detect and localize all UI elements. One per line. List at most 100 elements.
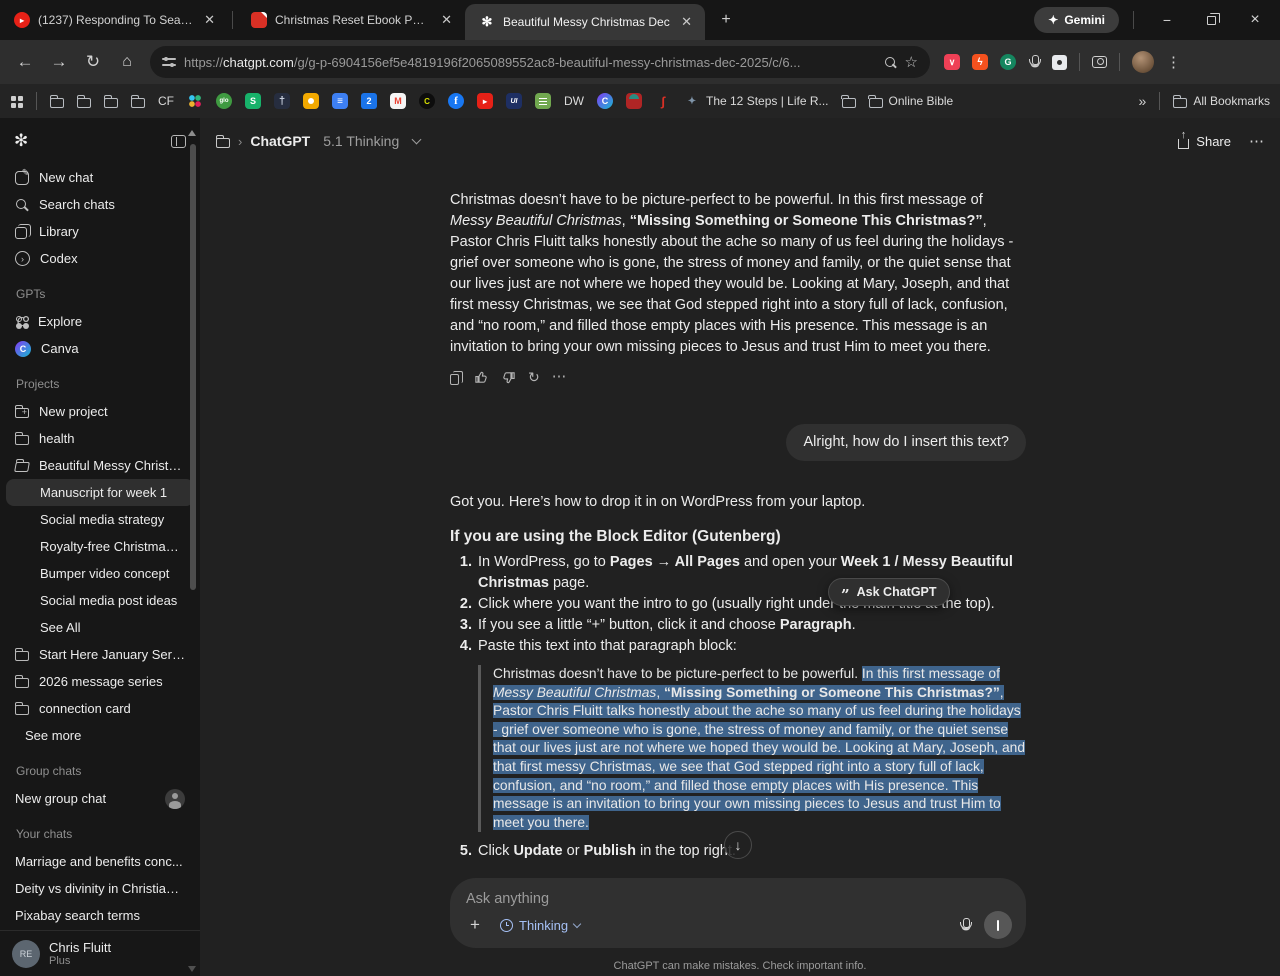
- bookmark-item[interactable]: Online Bible: [869, 94, 954, 108]
- forward-button[interactable]: →: [42, 45, 76, 79]
- sidebar-project-item[interactable]: 2026 message series: [6, 668, 194, 695]
- grammarly-extension-icon[interactable]: [1000, 54, 1016, 70]
- search-icon[interactable]: [884, 56, 897, 69]
- bookmark-item[interactable]: glo: [216, 93, 232, 109]
- scroll-up-icon[interactable]: [188, 130, 196, 136]
- close-tab-icon[interactable]: ✕: [678, 14, 695, 30]
- model-version[interactable]: 5.1 Thinking: [323, 133, 399, 149]
- sidebar-project-item[interactable]: Manuscript for week 1: [6, 479, 194, 506]
- url-text[interactable]: https://chatgpt.com/g/g-p-6904156ef5e481…: [184, 55, 876, 70]
- bookmark-item[interactable]: [77, 95, 91, 108]
- sidebar-project-item[interactable]: See All: [6, 614, 194, 641]
- gemini-button[interactable]: ✦ Gemini: [1034, 7, 1119, 33]
- scroll-down-icon[interactable]: [188, 966, 196, 972]
- chat-history-item[interactable]: Pixabay search terms: [6, 902, 194, 929]
- bookmark-item[interactable]: [187, 93, 203, 109]
- bookmarks-overflow-button[interactable]: »: [1139, 93, 1147, 109]
- thinking-mode-selector[interactable]: Thinking: [496, 918, 584, 933]
- address-bar[interactable]: https://chatgpt.com/g/g-p-6904156ef5e481…: [150, 46, 930, 78]
- dictate-mic-icon[interactable]: [959, 918, 971, 933]
- browser-menu-icon[interactable]: ⋮: [1166, 53, 1181, 71]
- sidebar-project-item[interactable]: New project: [6, 398, 194, 425]
- sidebar-project-item[interactable]: Bumper video concept: [6, 560, 194, 587]
- bookmark-item[interactable]: C: [597, 93, 613, 109]
- bookmark-item[interactable]: [303, 93, 319, 109]
- home-button[interactable]: ⌂: [110, 45, 144, 79]
- sidebar-nav-item[interactable]: New chat: [6, 164, 194, 191]
- bookmark-item[interactable]: [104, 95, 118, 108]
- bookmark-star-icon[interactable]: ☆: [905, 53, 918, 71]
- sidebar-project-item[interactable]: Social media strategy: [6, 506, 194, 533]
- bookmark-item[interactable]: ▸: [477, 93, 493, 109]
- restore-button[interactable]: [1192, 5, 1230, 35]
- bookmark-item[interactable]: [131, 95, 145, 108]
- chevron-down-icon[interactable]: [412, 135, 422, 145]
- bookmark-item[interactable]: CF: [158, 94, 174, 108]
- bookmark-item[interactable]: S: [245, 93, 261, 109]
- sidebar-project-item[interactable]: Royalty-free Christmas ...: [6, 533, 194, 560]
- sidebar-project-item[interactable]: connection card: [6, 695, 194, 722]
- bookmark-item[interactable]: ʃ: [655, 93, 671, 109]
- site-info-icon[interactable]: [162, 57, 176, 67]
- tab-chatgpt-active[interactable]: ✻ Beautiful Messy Christmas Dec ✕: [465, 4, 705, 40]
- sidebar-nav-item[interactable]: Codex: [6, 245, 194, 272]
- bookmark-item[interactable]: 2: [361, 93, 377, 109]
- sidebar-project-item[interactable]: Beautiful Messy Christmas ...: [6, 452, 194, 479]
- copy-icon[interactable]: [450, 374, 459, 385]
- thumbs-up-icon[interactable]: [474, 370, 489, 385]
- group-chat-item[interactable]: New group chat: [6, 785, 194, 812]
- sidebar-project-item[interactable]: Social media post ideas: [6, 587, 194, 614]
- bookmark-item[interactable]: f: [448, 93, 464, 109]
- bookmark-item[interactable]: [626, 93, 642, 109]
- bookmark-item[interactable]: ≡: [332, 93, 348, 109]
- share-button[interactable]: Share: [1178, 134, 1231, 149]
- bookmark-item[interactable]: DW: [564, 94, 584, 108]
- scrollbar-thumb[interactable]: [190, 144, 196, 590]
- sidebar-nav-item[interactable]: Library: [6, 218, 194, 245]
- sidebar-project-item[interactable]: health: [6, 425, 194, 452]
- new-tab-button[interactable]: +: [713, 7, 739, 33]
- tab-youtube[interactable]: ▸ (1237) Responding To Sean And ✕: [0, 0, 228, 40]
- account-button[interactable]: RE Chris Fluitt Plus: [0, 930, 200, 976]
- all-bookmarks-button[interactable]: All Bookmarks: [1173, 94, 1270, 108]
- bookmark-item[interactable]: [50, 95, 64, 108]
- regenerate-icon[interactable]: ↻: [528, 367, 540, 388]
- minimize-button[interactable]: −: [1148, 5, 1186, 35]
- pocket-extension-icon[interactable]: [944, 54, 960, 70]
- mic-icon[interactable]: [1028, 55, 1040, 70]
- sidebar-gpt-item[interactable]: C Canva: [6, 335, 194, 362]
- bookmark-item[interactable]: UI: [506, 93, 522, 109]
- bookmark-item[interactable]: ✦ The 12 Steps | Life R...: [684, 93, 829, 109]
- reload-button[interactable]: ↻: [76, 45, 110, 79]
- close-window-button[interactable]: ×: [1236, 5, 1274, 35]
- back-button[interactable]: ←: [8, 45, 42, 79]
- scroll-to-bottom-button[interactable]: ↓: [724, 831, 752, 859]
- project-folder-icon[interactable]: [216, 138, 230, 148]
- close-tab-icon[interactable]: ✕: [438, 12, 455, 28]
- sidebar-scrollbar[interactable]: [188, 130, 197, 972]
- bookmark-item[interactable]: C: [419, 93, 435, 109]
- chat-history-item[interactable]: Marriage and benefits conc...: [6, 848, 194, 875]
- thumbs-down-icon[interactable]: [501, 370, 516, 385]
- more-actions-icon[interactable]: ⋯: [552, 367, 567, 388]
- browser-profile-avatar[interactable]: [1132, 51, 1154, 73]
- breadcrumb[interactable]: ChatGPT: [250, 133, 310, 149]
- sidebar-nav-item[interactable]: Search chats: [6, 191, 194, 218]
- bookmark-item[interactable]: †: [274, 93, 290, 109]
- sidebar-toggle-icon[interactable]: [171, 135, 186, 148]
- bookmark-item[interactable]: [535, 93, 551, 109]
- message-input[interactable]: [466, 891, 1010, 907]
- orange-extension-icon[interactable]: [972, 54, 988, 70]
- bookmark-item[interactable]: [842, 95, 856, 108]
- voice-mode-button[interactable]: [984, 911, 1012, 939]
- sidebar-gpt-item[interactable]: C Explore: [6, 308, 194, 335]
- bookmark-item[interactable]: M: [390, 93, 406, 109]
- chat-history-item[interactable]: Deity vs divinity in Christiani...: [6, 875, 194, 902]
- tab-pdf[interactable]: Christmas Reset Ebook PRINT.p ✕: [237, 0, 465, 40]
- sidebar-project-item[interactable]: Start Here January Series: [6, 641, 194, 668]
- ask-chatgpt-button[interactable]: ” Ask ChatGPT: [828, 578, 950, 606]
- composer[interactable]: + Thinking: [450, 878, 1026, 948]
- attach-plus-button[interactable]: +: [462, 912, 488, 938]
- tab-search-icon[interactable]: [1092, 56, 1107, 68]
- extensions-puzzle-icon[interactable]: [1052, 55, 1067, 70]
